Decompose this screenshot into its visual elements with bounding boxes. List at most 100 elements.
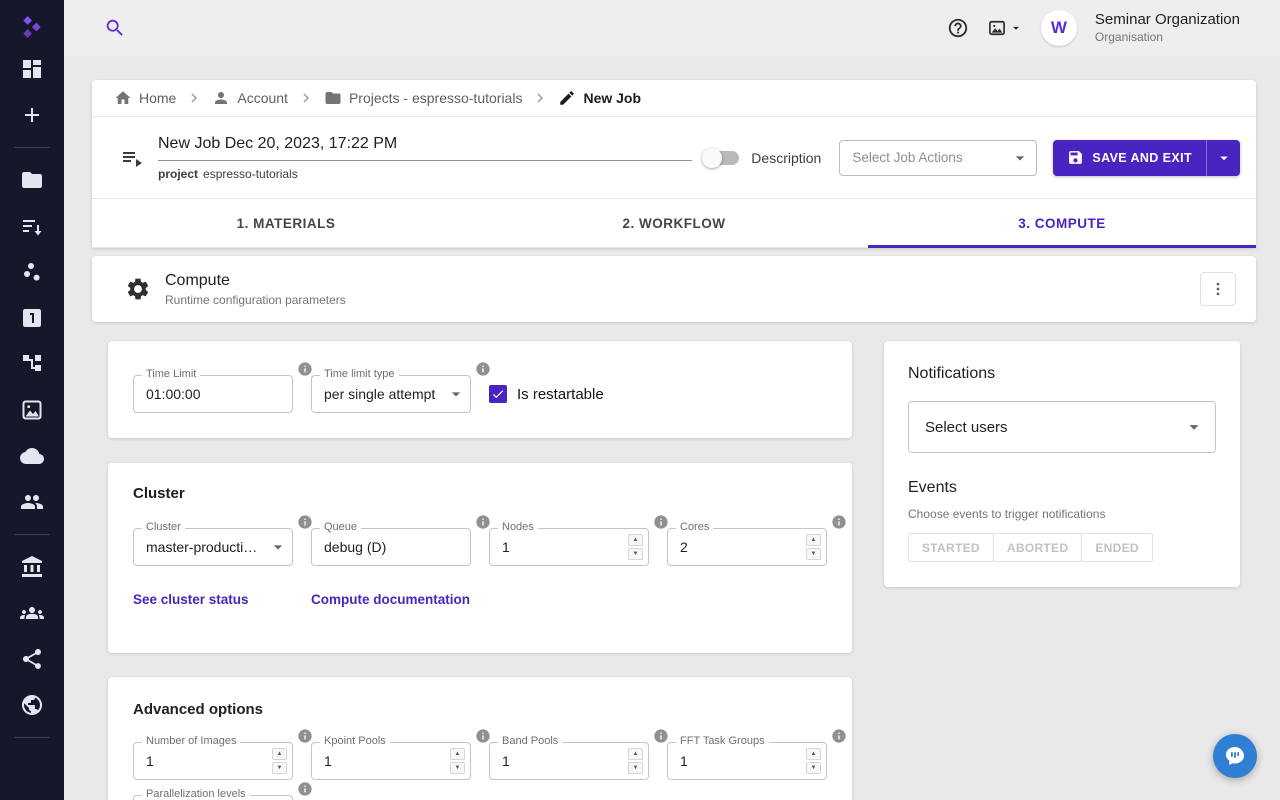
nodes-input[interactable] [490, 529, 648, 565]
event-ended-button[interactable]: ENDED [1081, 533, 1153, 562]
queue-label: Queue [320, 521, 361, 534]
stepper-up-icon[interactable] [628, 748, 643, 760]
cores-fieldwrap: Cores [667, 528, 827, 566]
stepper-up-icon[interactable] [450, 748, 465, 760]
fft-task-groups-stepper[interactable] [806, 748, 821, 774]
tab-workflow[interactable]: 2. WORKFLOW [480, 199, 868, 248]
band-pools-input[interactable] [490, 743, 648, 779]
cloud-icon[interactable] [20, 444, 44, 468]
nodes-stepper[interactable] [628, 534, 643, 560]
time-limit-type-fieldwrap: Time limit type per single attempt [311, 375, 471, 413]
dashboard-icon[interactable] [20, 57, 44, 81]
stepper-down-icon[interactable] [628, 548, 643, 560]
job-header: New Job Dec 20, 2023, 17:22 PM projectes… [92, 117, 1256, 199]
cluster-section-title: Cluster [108, 463, 852, 502]
help-icon[interactable] [947, 17, 969, 39]
stepper-down-icon[interactable] [272, 762, 287, 774]
stepper-up-icon[interactable] [272, 748, 287, 760]
parallelization-levels-label: Parallelization levels [142, 788, 250, 800]
event-aborted-button[interactable]: ABORTED [993, 533, 1082, 562]
stepper-down-icon[interactable] [806, 762, 821, 774]
organization-name: Seminar Organization [1095, 11, 1240, 28]
info-icon[interactable] [831, 728, 847, 744]
breadcrumb: Home Account Projects - espresso-tutoria… [92, 80, 1256, 117]
save-and-exit-button[interactable]: SAVE AND EXIT [1053, 140, 1206, 176]
home-icon [114, 89, 132, 107]
section-menu-button[interactable] [1200, 272, 1236, 306]
organization-bank-icon[interactable] [20, 555, 44, 579]
stepper-down-icon[interactable] [450, 762, 465, 774]
kpoint-pools-stepper[interactable] [450, 748, 465, 774]
check-icon [491, 387, 505, 401]
chat-launcher-button[interactable] [1213, 734, 1257, 778]
job-title-input[interactable]: New Job Dec 20, 2023, 17:22 PM [158, 135, 692, 161]
info-icon[interactable] [831, 514, 847, 530]
workflow-tree-icon[interactable] [20, 352, 44, 376]
chat-bubble-icon [1223, 744, 1247, 768]
counter-one-icon[interactable] [20, 306, 44, 330]
avatar[interactable]: W [1041, 10, 1077, 46]
cores-stepper[interactable] [806, 534, 821, 560]
cores-input[interactable] [668, 529, 826, 565]
breadcrumb-account[interactable]: Account [212, 89, 288, 107]
sidebar-divider [14, 737, 50, 738]
breadcrumb-projects[interactable]: Projects - espresso-tutorials [324, 89, 523, 107]
advanced-fields-row: Number of Images Kpoint Pools [108, 742, 852, 780]
organization-subtitle: Organisation [1095, 31, 1240, 45]
users-group-icon[interactable] [20, 601, 44, 625]
time-limit-input[interactable] [134, 376, 292, 412]
event-started-button[interactable]: STARTED [908, 533, 994, 562]
see-cluster-status-link[interactable]: See cluster status [133, 592, 311, 607]
select-users-dropdown[interactable]: Select users [908, 401, 1216, 453]
section-subtitle: Runtime configuration parameters [165, 293, 346, 307]
band-pools-fieldwrap: Band Pools [489, 742, 649, 780]
time-limit-fieldwrap: Time Limit [133, 375, 293, 413]
globe-icon[interactable] [20, 693, 44, 717]
breadcrumb-home[interactable]: Home [114, 89, 176, 107]
mat3ra-logo-icon[interactable] [19, 14, 45, 40]
chevron-right-icon [185, 89, 203, 107]
job-actions-select[interactable]: Select Job Actions [839, 140, 1037, 176]
fft-task-groups-input[interactable] [668, 743, 826, 779]
events-caption: Choose events to trigger notifications [908, 507, 1216, 521]
sidebar [0, 0, 64, 800]
tab-compute[interactable]: 3. COMPUTE [868, 199, 1256, 248]
compute-documentation-link[interactable]: Compute documentation [311, 592, 470, 607]
stepper-up-icon[interactable] [628, 534, 643, 546]
stepper-down-icon[interactable] [806, 548, 821, 560]
job-actions-placeholder: Select Job Actions [852, 150, 962, 165]
info-icon[interactable] [475, 361, 491, 377]
queue-fieldwrap: Queue debug (D) [311, 528, 471, 566]
info-icon[interactable] [297, 781, 313, 797]
chevron-down-icon [1215, 149, 1233, 167]
jobs-sort-icon[interactable] [20, 214, 44, 238]
description-toggle[interactable] [705, 151, 739, 165]
share-icon[interactable] [20, 647, 44, 671]
search-icon[interactable] [104, 17, 126, 39]
band-pools-stepper[interactable] [628, 748, 643, 774]
save-icon [1067, 149, 1084, 166]
job-project-line: projectespresso-tutorials [158, 167, 692, 181]
team-group-icon[interactable] [20, 490, 44, 514]
number-of-images-stepper[interactable] [272, 748, 287, 774]
sidebar-divider [14, 147, 50, 148]
stepper-up-icon[interactable] [806, 534, 821, 546]
materials-scatter-icon[interactable] [20, 260, 44, 284]
kpoint-pools-input[interactable] [312, 743, 470, 779]
add-new-icon[interactable] [20, 103, 44, 127]
tab-materials[interactable]: 1. MATERIALS [92, 199, 480, 248]
folder-icon [324, 89, 342, 107]
breadcrumb-label: Account [237, 90, 288, 106]
is-restartable-checkbox[interactable] [489, 385, 507, 403]
feedback-menu-icon[interactable] [987, 18, 1023, 38]
images-icon[interactable] [20, 398, 44, 422]
is-restartable-row: Is restartable [489, 375, 604, 413]
save-dropdown-button[interactable] [1206, 140, 1240, 176]
save-button-label: SAVE AND EXIT [1092, 151, 1192, 165]
stepper-up-icon[interactable] [806, 748, 821, 760]
stepper-down-icon[interactable] [628, 762, 643, 774]
number-of-images-input[interactable] [134, 743, 292, 779]
projects-folder-icon[interactable] [20, 168, 44, 192]
breadcrumb-new-job[interactable]: New Job [558, 89, 641, 107]
time-limit-card: Time Limit Time limit type per single at… [108, 341, 852, 438]
